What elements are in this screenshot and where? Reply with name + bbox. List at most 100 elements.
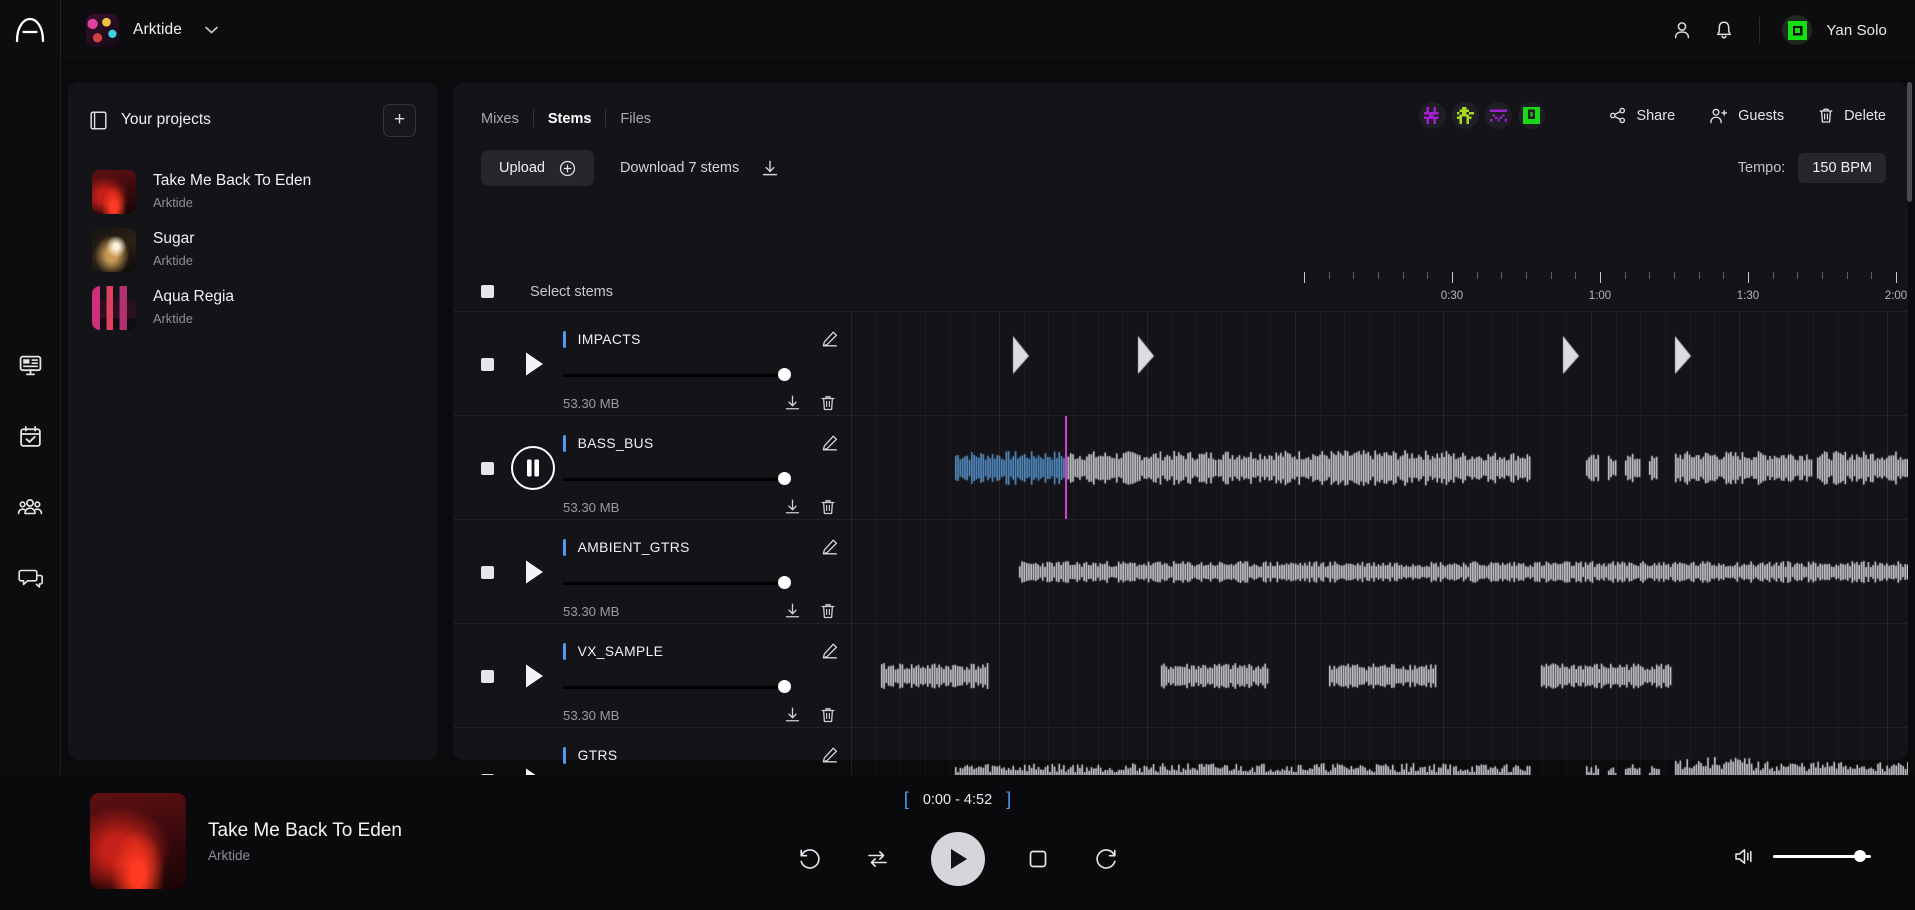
top-bar: Arktide Yan Solo	[0, 0, 1915, 60]
forward-icon[interactable]	[1091, 844, 1121, 874]
slider-knob[interactable]	[778, 368, 791, 381]
people-group-icon[interactable]	[15, 492, 45, 522]
stem-volume-slider[interactable]	[563, 576, 791, 590]
slider-knob[interactable]	[778, 472, 791, 485]
stem-waveform[interactable]	[851, 312, 1908, 415]
panel-toolbar: Share Guests Delete	[1419, 102, 1886, 129]
tempo-value[interactable]: 150 BPM	[1798, 153, 1886, 183]
scrollbar[interactable]	[1907, 82, 1912, 760]
stem-name: VX_SAMPLE	[577, 643, 664, 659]
tab-stems[interactable]: Stems	[534, 111, 606, 127]
collaborator-avatar-2[interactable]	[1452, 102, 1480, 129]
delete-button[interactable]: Delete	[1818, 107, 1886, 124]
ruler-tick	[1896, 272, 1897, 283]
stem-checkbox[interactable]	[481, 566, 494, 579]
project-name: Sugar	[153, 230, 195, 248]
download-icon[interactable]	[784, 706, 801, 724]
player-bar: Take Me Back To Eden Arktide [ 0:00 - 4:…	[0, 775, 1915, 910]
list-item[interactable]: Sugar Arktide	[68, 221, 438, 279]
tempo-control: Tempo: 150 BPM	[1738, 153, 1886, 183]
volume-slider[interactable]	[1773, 850, 1871, 863]
stem-waveform[interactable]	[851, 624, 1908, 727]
list-item[interactable]: Take Me Back To Eden Arktide	[68, 163, 438, 221]
stem-play-button[interactable]	[515, 657, 553, 695]
collaborator-avatar-1[interactable]	[1419, 102, 1447, 129]
add-project-button[interactable]: +	[383, 103, 416, 137]
upload-button[interactable]: Upload	[481, 150, 594, 186]
download-icon[interactable]	[784, 602, 801, 620]
play-button[interactable]	[930, 832, 985, 886]
app-logo[interactable]	[0, 0, 61, 60]
volume-control	[1734, 847, 1871, 866]
trash-icon[interactable]	[820, 706, 836, 724]
collaborator-avatar-3[interactable]	[1485, 102, 1513, 129]
project-thumbnail	[92, 286, 136, 330]
user-plus-icon	[1709, 107, 1728, 125]
project-name: Take Me Back To Eden	[153, 172, 312, 190]
stem-waveform[interactable]	[851, 416, 1908, 519]
bell-icon[interactable]	[1703, 9, 1745, 51]
stem-checkbox[interactable]	[481, 670, 494, 683]
stem-volume-slider[interactable]	[563, 368, 791, 382]
chat-bubbles-icon[interactable]	[15, 563, 45, 593]
trash-icon[interactable]	[820, 394, 836, 412]
download-icon[interactable]	[784, 394, 801, 412]
dashboard-icon[interactable]	[15, 350, 45, 380]
playhead[interactable]	[1065, 416, 1067, 519]
stem-volume-slider[interactable]	[563, 680, 791, 694]
project-switcher[interactable]: Arktide	[61, 13, 218, 47]
stem-checkbox[interactable]	[481, 358, 494, 371]
stop-button[interactable]	[1023, 844, 1053, 874]
stem-controls: IMPACTS 53.30 MB	[453, 312, 851, 415]
download-icon[interactable]	[784, 498, 801, 516]
stem-color-bar	[563, 434, 566, 452]
slider-knob[interactable]	[778, 680, 791, 693]
stem-play-button[interactable]	[515, 345, 553, 383]
stem-volume-slider[interactable]	[563, 472, 791, 486]
stem-controls: BASS_BUS 53.30 MB	[453, 416, 851, 519]
projects-list: Take Me Back To Eden Arktide Sugar Arkti…	[68, 136, 438, 337]
user-icon[interactable]	[1661, 9, 1703, 51]
tab-mixes[interactable]: Mixes	[481, 111, 533, 127]
volume-knob[interactable]	[1854, 850, 1866, 862]
now-playing-artwork	[90, 793, 186, 889]
edit-pencil-icon[interactable]	[821, 642, 839, 660]
edit-pencil-icon[interactable]	[821, 434, 839, 452]
share-button[interactable]: Share	[1609, 107, 1675, 124]
calendar-check-icon[interactable]	[15, 421, 45, 451]
download-icon[interactable]	[761, 159, 779, 178]
stem-waveform[interactable]	[851, 520, 1908, 623]
slider-track	[563, 582, 788, 585]
ruler-tick	[1871, 272, 1873, 279]
edit-pencil-icon[interactable]	[821, 746, 839, 764]
stems-grid: Select stems IMPACTS 53.30 MB BASS_BUS 5…	[453, 272, 1908, 842]
trash-icon	[1818, 107, 1834, 124]
stem-color-bar	[563, 330, 566, 348]
slider-knob[interactable]	[778, 576, 791, 589]
ruler-tick	[1748, 272, 1749, 283]
stem-play-button[interactable]	[515, 553, 553, 591]
scrollbar-thumb[interactable]	[1907, 82, 1912, 202]
ruler-tick	[1575, 272, 1577, 279]
avatar[interactable]	[1782, 15, 1813, 45]
edit-pencil-icon[interactable]	[821, 538, 839, 556]
stem-pause-button[interactable]	[510, 445, 556, 491]
now-playing-artist: Arktide	[208, 847, 251, 863]
tab-files[interactable]: Files	[606, 111, 665, 127]
timeline-ruler[interactable]: 0:301:001:302:002:303:003:3	[1304, 272, 1915, 312]
list-item[interactable]: Aqua Regia Arktide	[68, 279, 438, 337]
divider	[1759, 17, 1761, 43]
select-all-checkbox[interactable]	[481, 285, 494, 298]
table-row: IMPACTS 53.30 MB	[453, 312, 1908, 416]
rewind-icon[interactable]	[795, 844, 825, 874]
guests-button[interactable]: Guests	[1709, 107, 1784, 125]
edit-pencil-icon[interactable]	[821, 330, 839, 348]
chevron-down-icon[interactable]	[205, 26, 218, 34]
volume-icon[interactable]	[1734, 847, 1755, 866]
download-stems-label[interactable]: Download 7 stems	[620, 160, 739, 176]
stem-checkbox[interactable]	[481, 462, 494, 475]
trash-icon[interactable]	[820, 602, 836, 620]
loop-icon[interactable]	[863, 844, 893, 874]
trash-icon[interactable]	[820, 498, 836, 516]
collaborator-avatar-4[interactable]	[1518, 102, 1546, 129]
